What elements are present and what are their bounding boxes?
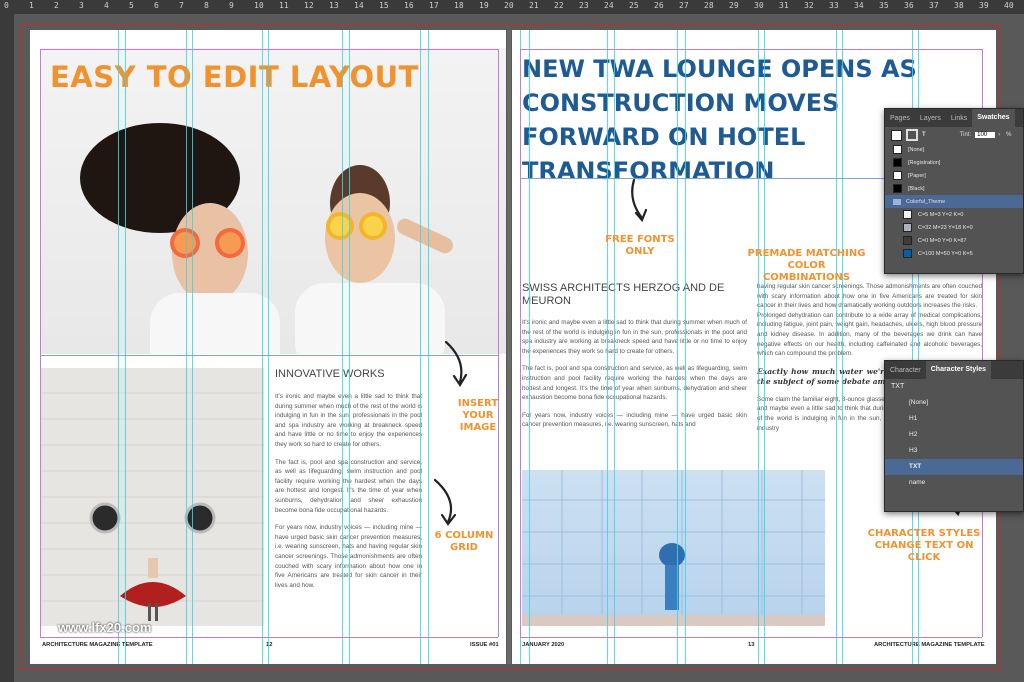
swatch-item[interactable]: C=0 M=0 Y=0 K=87 <box>885 234 1023 247</box>
swatch-chip <box>903 223 912 232</box>
swatch-name: C=32 M=23 Y=18 K=0 <box>918 224 973 231</box>
tint-input[interactable]: 100 <box>975 132 996 138</box>
swatch-item[interactable]: [Black] <box>885 182 1023 195</box>
tint-label: Tint: <box>959 132 972 138</box>
swatch-name: C=0 M=0 Y=0 K=87 <box>918 237 967 244</box>
tab-character-styles[interactable]: Character Styles <box>925 361 991 379</box>
tab-character[interactable]: Character <box>885 367 926 374</box>
swatch-chip <box>893 145 902 154</box>
stroke-icon[interactable] <box>906 129 918 141</box>
swatches-panel[interactable]: Pages Layers Links Swatches T Tint: 100 … <box>884 108 1024 274</box>
character-style-item[interactable]: H3 <box>885 443 1023 459</box>
swatch-toolbar: T Tint: 100 › % <box>885 127 1023 143</box>
swatch-name: C=100 M=50 Y=0 K=5 <box>918 250 973 257</box>
swatch-item[interactable]: [None] <box>885 143 1023 156</box>
swatch-chip <box>903 249 912 258</box>
tab-links[interactable]: Links <box>946 115 972 122</box>
swatch-chip <box>903 210 912 219</box>
swatch-name: [Registration] <box>908 159 941 166</box>
character-style-item[interactable]: H1 <box>885 411 1023 427</box>
swatch-name: Colorful_Theme <box>906 198 946 205</box>
annotation-arrows <box>433 178 964 526</box>
swatches-panel-tabs: Pages Layers Links Swatches <box>885 109 1023 127</box>
tab-swatches[interactable]: Swatches <box>972 109 1015 127</box>
tab-pages[interactable]: Pages <box>885 115 915 122</box>
character-panel-tabs: Character Character Styles <box>885 361 1023 379</box>
swatch-chip <box>893 184 902 193</box>
swatch-name: [Paper] <box>908 172 926 179</box>
character-style-list: [None] H1 H2 H3 TXT name <box>885 395 1023 491</box>
tint-chevron-icon[interactable]: › <box>998 132 1000 138</box>
character-style-item[interactable]: TXT <box>885 459 1023 475</box>
swatch-chip <box>893 171 902 180</box>
tint-unit: % <box>1006 132 1012 138</box>
swatch-chip <box>893 158 902 167</box>
tab-layers[interactable]: Layers <box>915 115 946 122</box>
swatch-group[interactable]: Colorful_Theme <box>885 195 1023 208</box>
character-styles-panel[interactable]: Character Character Styles TXT [None] H1 H… <box>884 360 1024 512</box>
current-style-label: TXT <box>891 383 905 390</box>
swatch-item[interactable]: C=32 M=23 Y=18 K=0 <box>885 221 1023 234</box>
arrow-icon <box>631 178 644 220</box>
swatch-name: C=5 M=3 Y=2 K=0 <box>918 211 964 218</box>
character-style-item[interactable]: H2 <box>885 427 1023 443</box>
swatch-name: [None] <box>908 146 925 153</box>
character-style-item[interactable]: name <box>885 475 1023 491</box>
swatch-item[interactable]: C=100 M=50 Y=0 K=5 <box>885 247 1023 260</box>
swatch-item[interactable]: [Paper] <box>885 169 1023 182</box>
folder-icon <box>893 198 901 205</box>
swatch-item[interactable]: [Registration] <box>885 156 1023 169</box>
swatch-chip <box>903 236 912 245</box>
character-style-item[interactable]: [None] <box>885 395 1023 411</box>
swatch-item[interactable]: C=5 M=3 Y=2 K=0 <box>885 208 1023 221</box>
fill-icon[interactable] <box>891 129 902 141</box>
swatch-list: [None] [Registration] [Paper] [Black] Colorf… <box>885 143 1023 260</box>
swatch-name: [Black] <box>908 185 925 192</box>
text-format-icon[interactable]: T <box>922 132 926 138</box>
watermark: www.lfx20.com <box>58 620 152 635</box>
